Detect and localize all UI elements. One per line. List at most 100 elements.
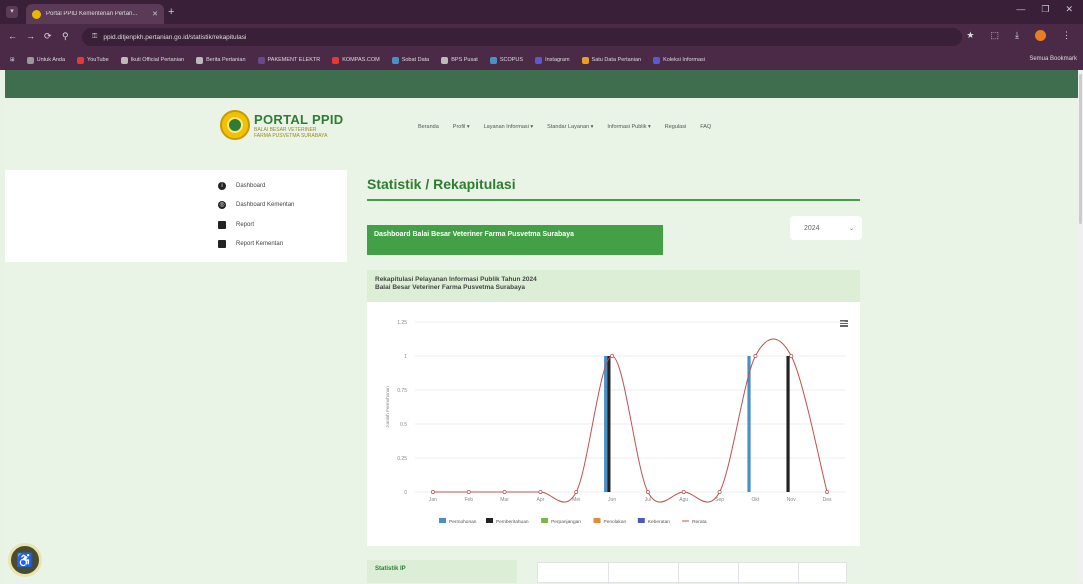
extensions-icon[interactable]: ⬚ [991,30,1000,41]
x-tick-label: Apr [537,497,545,503]
back-icon[interactable]: ← [8,31,17,41]
maximize-icon[interactable]: ❐ [1041,4,1049,15]
close-window-icon[interactable]: ✕ [1065,4,1073,15]
nav-standar-layanan[interactable]: Standar Layanan ▾ [547,124,593,130]
book-icon [218,240,226,248]
nav-regulasi[interactable]: Regulasi [665,124,686,130]
rerata-point [789,354,794,358]
reload-icon[interactable]: ⟳ [44,31,52,42]
bookmark-item[interactable]: Satu Data Pertanian [581,56,641,64]
bookmark-item[interactable]: Untuk Anda [26,56,65,64]
site-info-icon[interactable]: ⚲ [62,31,69,42]
bookmark-icon [26,56,34,64]
legend-swatch [486,518,493,523]
y-tick-label: 0.5 [400,422,407,428]
x-tick-label: Jul [645,497,651,503]
bookmark-item[interactable]: Instagram [535,56,570,64]
site-logo[interactable]: PORTAL PPID BALAI BESAR VETERINER FARMA … [220,110,344,140]
bookmark-icon [441,56,449,64]
main-nav: Beranda Profil ▾ Layanan Informasi ▾ Sta… [418,124,711,130]
sidebar-item-report-kementan[interactable]: Report Kementan [218,240,283,248]
sidebar-item-label: Report Kementan [236,241,284,247]
rerata-point [717,490,722,494]
bar [604,356,608,492]
toolbar-right: ★ ⬚ ⤓ ⋮ [966,30,1071,41]
y-tick-label: 1.25 [397,320,407,326]
x-tick-label: Okt [752,497,760,503]
bookmark-item[interactable]: Berita Pertanian [196,56,246,64]
rekap-chart: 0 0.25 0.5 0.75 1 1.25 Jumlah Permohonan Jan Feb… [385,320,845,525]
statistik-table [537,562,847,584]
brand-subtitle-2: FARMA PUSVETMA SURABAYA [254,132,328,139]
statistik-ip-card: Statistik IP [367,560,517,583]
sidebar-item-report[interactable]: Report [218,221,254,229]
all-bookmarks-link[interactable]: Semua Bookmark [1029,56,1077,62]
legend-swatch [439,518,446,523]
globe-icon: ◎ [218,201,226,209]
bookmark-icon [196,56,204,64]
info-icon: i [218,182,226,190]
nav-profil[interactable]: Profil ▾ [453,124,470,130]
forward-icon[interactable]: → [26,31,35,41]
browser-tab[interactable]: Portal PPID Kementerian Pertan... ✕ [26,4,164,24]
bookmark-item[interactable]: BPS Pusat [441,56,478,64]
nav-beranda[interactable]: Beranda [418,124,439,130]
legend-label: Keberatan [648,519,670,525]
bookmark-icon [332,56,340,64]
bookmark-item[interactable]: Sobat Data [391,56,429,64]
rerata-point [574,490,579,494]
rerata-point [538,490,543,494]
year-select[interactable]: 2024 ⌄ [790,216,862,240]
page-scrollbar[interactable] [1078,70,1083,583]
apps-icon[interactable]: ⊞ [10,57,15,63]
sidebar-item-dashboard-kementan[interactable]: ◎ Dashboard Kementan [218,201,294,209]
bookmark-item[interactable]: PAKEMENT ELEKTR [257,56,320,64]
minimize-icon[interactable]: — [1016,4,1025,15]
rerata-point [681,490,686,494]
favicon-icon [32,9,41,19]
legend-swatch [593,518,601,523]
legend-swatch [541,518,549,523]
download-icon[interactable]: ⤓ [1015,30,1019,41]
legend-label: Perpanjangan [551,519,581,525]
rerata-point [645,490,650,494]
scrollbar-thumb[interactable] [1079,74,1082,224]
nav-faq[interactable]: FAQ [700,124,711,130]
y-tick-label: 0 [404,490,407,496]
bookmark-icon [257,56,265,64]
bookmark-item[interactable]: SCOPUS [489,56,523,64]
legend-swatch [637,518,645,523]
x-tick-label: Mar [500,497,509,503]
browser-tab-bar: ▾ Portal PPID Kementerian Pertan... ✕ + … [0,0,1083,24]
sidebar-item-dashboard[interactable]: i Dashboard [218,182,265,190]
bookmark-item[interactable]: Ikuti Official Pertanian [120,56,184,64]
bookmark-item[interactable]: KOMPAS.COM [332,56,380,64]
nav-informasi-publik[interactable]: Informasi Publik ▾ [607,124,650,130]
rerata-point [753,354,758,358]
bookmarks-bar: ⊞ Untuk Anda YouTube Ikuti Official Pert… [0,50,1083,70]
x-tick-label: Feb [464,497,473,503]
bar [607,356,611,492]
tab-close-icon[interactable]: ✕ [152,10,158,18]
browser-toolbar: ← → ⟳ ⚲ ⚿ ppid.ditjenpkh.pertanian.go.id… [0,24,1083,50]
bookmark-item[interactable]: YouTube [77,56,109,64]
bookmark-star-icon[interactable]: ★ [966,30,974,41]
bookmark-icon [581,56,589,64]
brand-title: PORTAL PPID [254,111,344,127]
nav-layanan-informasi[interactable]: Layanan Informasi ▾ [484,124,534,130]
address-bar[interactable]: ⚿ ppid.ditjenpkh.pertanian.go.id/statist… [82,28,962,46]
x-tick-label: Nov [787,497,796,503]
new-tab-icon[interactable]: + [168,6,174,18]
tab-search-icon[interactable]: ▾ [6,6,18,18]
top-green-band [5,70,1078,98]
accessibility-icon[interactable]: ♿ [8,543,42,577]
dashboard-balai-button[interactable]: Dashboard Balai Besar Veteriner Farma Pu… [367,225,663,255]
url-text: ppid.ditjenpkh.pertanian.go.id/statistik… [103,33,247,41]
sidebar: i Dashboard ◎ Dashboard Kementan Report … [5,170,347,262]
browser-menu-icon[interactable]: ⋮ [1062,30,1071,41]
profile-avatar[interactable] [1035,30,1046,41]
rerata-point [466,490,471,494]
youtube-icon [77,56,85,64]
chart-header: Rekapitulasi Pelayanan Informasi Publik … [367,270,860,302]
bookmark-item[interactable]: Koleksi Informasi [653,56,705,64]
